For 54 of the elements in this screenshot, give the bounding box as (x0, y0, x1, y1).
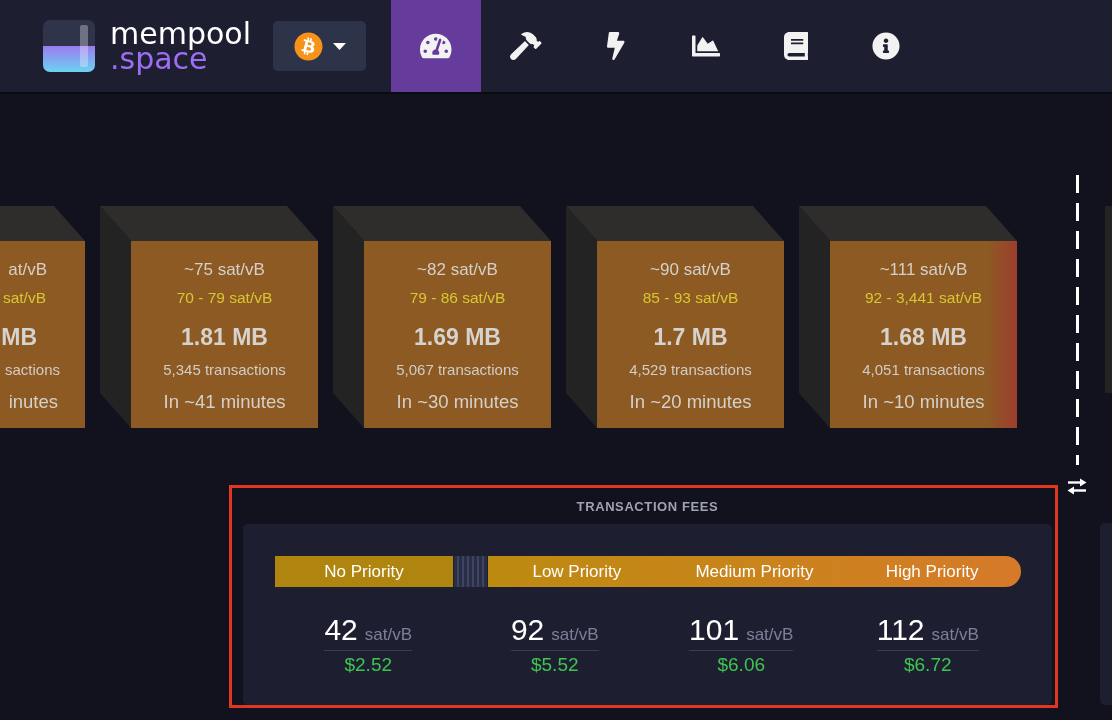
transaction-count: 5,345 transactions (163, 360, 286, 380)
median-fee: ~90 sat/vB (650, 260, 731, 280)
median-fee: ~75 sat/vB (184, 260, 265, 280)
bitcoin-icon (294, 31, 323, 61)
block-size: 1.69 MB (414, 324, 501, 350)
section-title: TRANSACTION FEES (576, 499, 719, 515)
block-size: 1.81 MB (181, 324, 268, 350)
info-icon (872, 32, 900, 60)
usd-price: $6.72 (903, 654, 952, 676)
fee-rate: 42 (324, 614, 358, 646)
swap-arrows-icon[interactable] (1067, 478, 1087, 495)
transaction-count: 5,067 transactions (396, 360, 519, 380)
hammer-icon (510, 32, 542, 60)
network-selector[interactable] (273, 21, 366, 71)
usd-price: $6.06 (717, 654, 765, 676)
priority-label: High Priority (885, 561, 979, 582)
fee-range: 85 - 93 sat/vB (642, 288, 739, 308)
priority-label: Medium Priority (695, 561, 814, 582)
block-size: 1.68 MB (880, 324, 967, 350)
stripes-icon (454, 556, 487, 587)
usd-price: $2.52 (344, 654, 392, 676)
block-eta: In ~41 minutes (163, 391, 286, 413)
gauge-icon (420, 32, 452, 60)
fee-unit: sat/vB (551, 625, 599, 645)
fee-range: 70 - 79 sat/vB (176, 288, 273, 308)
fee-unit: sat/vB (364, 625, 413, 645)
fee-rate: 101 (689, 614, 740, 646)
block-eta: inutes (8, 391, 58, 413)
caret-icon (333, 42, 346, 50)
median-fee: at/vB (8, 260, 47, 280)
block-eta: In ~20 minutes (629, 391, 752, 413)
median-fee: ~111 sat/vB (879, 260, 968, 280)
logo-icon[interactable] (43, 20, 95, 72)
block-size: MB (1, 324, 37, 350)
transaction-count: 4,529 transactions (629, 360, 752, 380)
transaction-count: sactions (4, 360, 60, 380)
usd-price: $5.52 (530, 654, 579, 676)
fee-rate: 112 (876, 614, 925, 646)
block-eta: In ~30 minutes (396, 391, 519, 413)
lightning-icon (607, 32, 625, 60)
book-icon (783, 32, 809, 60)
nav-tab[interactable] (391, 0, 481, 92)
transaction-count: 4,051 transactions (862, 360, 985, 380)
fee-range: 92 - 3,441 sat/vB (864, 288, 983, 308)
fee-range: 79 - 86 sat/vB (409, 288, 506, 308)
priority-label: Low Priority (532, 561, 622, 582)
fee-unit: sat/vB (931, 625, 979, 645)
fee-unit: sat/vB (746, 625, 794, 645)
median-fee: ~82 sat/vB (417, 260, 498, 280)
priority-segment: No Priority (275, 556, 453, 587)
fee-rate: 92 (510, 614, 545, 646)
fee-range: sat/vB (2, 288, 46, 308)
block-eta: In ~10 minutes (862, 391, 985, 413)
block-size: 1.7 MB (653, 324, 728, 350)
